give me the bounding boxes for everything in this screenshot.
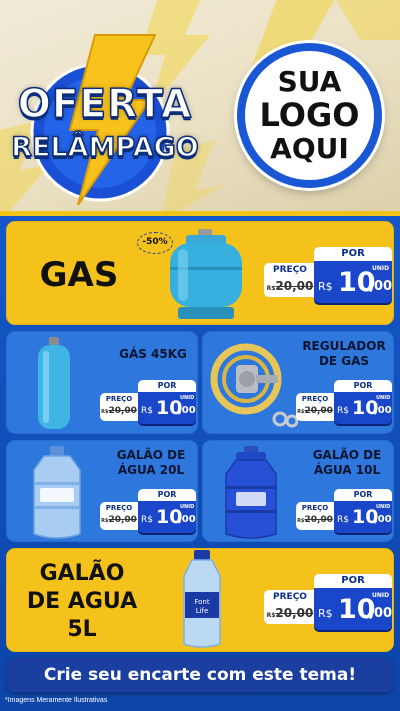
divider-stripe: [0, 211, 400, 216]
product-name-line1: REGULADOR: [302, 339, 386, 353]
product-card-galao-10l[interactable]: GALÃO DE ÁGUA 10L POR PREÇO R$20,00 R$ 1…: [202, 440, 394, 542]
logo-text-line3: AQUI: [270, 132, 349, 166]
por-label: POR: [334, 489, 392, 501]
product-name-line1: GALÃO DE: [116, 448, 186, 462]
new-price: R$ 10 ,00 UNID: [138, 501, 196, 533]
tall-cylinder-icon: [38, 337, 70, 429]
product-name-line2: DE GAS: [318, 354, 370, 368]
gas-regulator-icon: [210, 343, 298, 428]
product-card-galao-5l[interactable]: GALÃO DE AGUA 5L Font Life POR PREÇO R$2…: [6, 548, 394, 652]
offer-title-line2: RELÂMPAGO: [10, 131, 199, 164]
preco-label: PREÇO: [301, 395, 329, 403]
old-price: R$20,00: [266, 606, 314, 620]
water-bottle-5l-icon: Font Life: [183, 550, 221, 648]
offer-title-line1: OFERTA: [17, 81, 193, 128]
price-tag: POR PREÇO R$20,00 R$ 10 ,00 UNID: [296, 380, 392, 424]
logo-placeholder: SUA LOGO AQUI: [237, 43, 382, 188]
price-tag: POR PREÇO R$20,00 R$ 10 ,00 UNID: [100, 380, 196, 424]
product-name: GALÃO DE ÁGUA 20L: [106, 448, 196, 478]
por-label: POR: [138, 489, 196, 501]
new-price: R$ 10 ,00 UNID: [334, 392, 392, 424]
new-price: R$ 10 ,00 UNID: [334, 501, 392, 533]
product-card-galao-20l[interactable]: GALÃO DE ÁGUA 20L POR PREÇO R$20,00 R$ 1…: [6, 440, 198, 542]
preco-label: PREÇO: [301, 504, 329, 512]
product-name: GALÃO DE AGUA 5L: [12, 560, 152, 644]
por-label: POR: [314, 247, 392, 261]
bottle-brand-line2: Life: [196, 607, 209, 615]
price-tag: POR PREÇO R$20,00 R$ 10 ,00 UNID: [264, 247, 392, 303]
old-price-box: PREÇO R$20,00: [100, 502, 138, 530]
header-banner: OFERTA RELÂMPAGO SUA LOGO AQUI: [0, 0, 400, 222]
old-price: R$20,00: [297, 406, 333, 416]
product-card-regulador[interactable]: REGULADOR DE GAS POR PREÇO R$20,00 R$ 10…: [202, 331, 394, 434]
product-name: GALÃO DE ÁGUA 10L: [302, 448, 392, 478]
water-jug-20l-icon: [33, 446, 81, 539]
product-name-line1: GALÃO: [39, 561, 125, 586]
new-price: R$ 10 ,00 UNID: [314, 588, 392, 630]
offer-badge: OFERTA RELÂMPAGO: [0, 20, 210, 205]
product-name: REGULADOR DE GAS: [296, 339, 392, 369]
product-name-line2: ÁGUA 20L: [117, 463, 185, 477]
preco-label: PREÇO: [273, 265, 307, 275]
old-price: R$20,00: [101, 515, 137, 525]
water-jug-10l-icon: [225, 446, 277, 539]
discount-badge: -50%: [137, 232, 173, 254]
por-label: POR: [334, 380, 392, 392]
disclaimer-text: *Imagens Meramente Ilustrativas: [5, 697, 108, 704]
bottle-brand-line1: Font: [194, 598, 209, 606]
new-price: R$ 10 ,00 UNID: [138, 392, 196, 424]
preco-label: PREÇO: [105, 395, 133, 403]
price-tag: POR PREÇO R$20,00 R$ 10 ,00 UNID: [100, 489, 196, 533]
product-card-gas[interactable]: GAS -50% POR PREÇO R$20,00 R$ 10 ,00 UNI…: [6, 221, 394, 325]
old-price: R$20,00: [101, 406, 137, 416]
old-price-box: PREÇO R$20,00: [296, 502, 334, 530]
logo-text-line2: LOGO: [259, 95, 360, 134]
por-label: POR: [138, 380, 196, 392]
new-price: R$ 10 ,00 UNID: [314, 261, 392, 303]
product-name-line2: ÁGUA 10L: [313, 463, 381, 477]
product-name: GÁS 45KG: [119, 347, 187, 361]
old-price-box: PREÇO R$20,00: [264, 590, 316, 624]
price-tag: POR PREÇO R$20,00 R$ 10 ,00 UNID: [296, 489, 392, 533]
gas-cylinder-icon: [170, 229, 242, 319]
product-name-line1: GALÃO DE: [312, 448, 382, 462]
old-price: R$20,00: [297, 515, 333, 525]
old-price-box: PREÇO R$20,00: [296, 393, 334, 421]
price-tag: POR PREÇO R$20,00 R$ 10 ,00 UNID: [264, 574, 392, 630]
preco-label: PREÇO: [105, 504, 133, 512]
product-name-line3: 5L: [67, 617, 97, 642]
old-price: R$20,00: [266, 279, 314, 293]
product-name: GAS: [39, 255, 119, 295]
logo-text-line1: SUA: [277, 65, 342, 99]
old-price-box: PREÇO R$20,00: [100, 393, 138, 421]
preco-label: PREÇO: [273, 592, 307, 602]
product-name-line2: DE AGUA: [26, 589, 138, 614]
old-price-box: PREÇO R$20,00: [264, 263, 316, 297]
por-label: POR: [314, 574, 392, 588]
product-card-gas-45kg[interactable]: GÁS 45KG POR PREÇO R$20,00 R$ 10 ,00 UNI…: [6, 331, 198, 434]
cta-banner[interactable]: Crie seu encarte com este tema!: [7, 658, 393, 692]
